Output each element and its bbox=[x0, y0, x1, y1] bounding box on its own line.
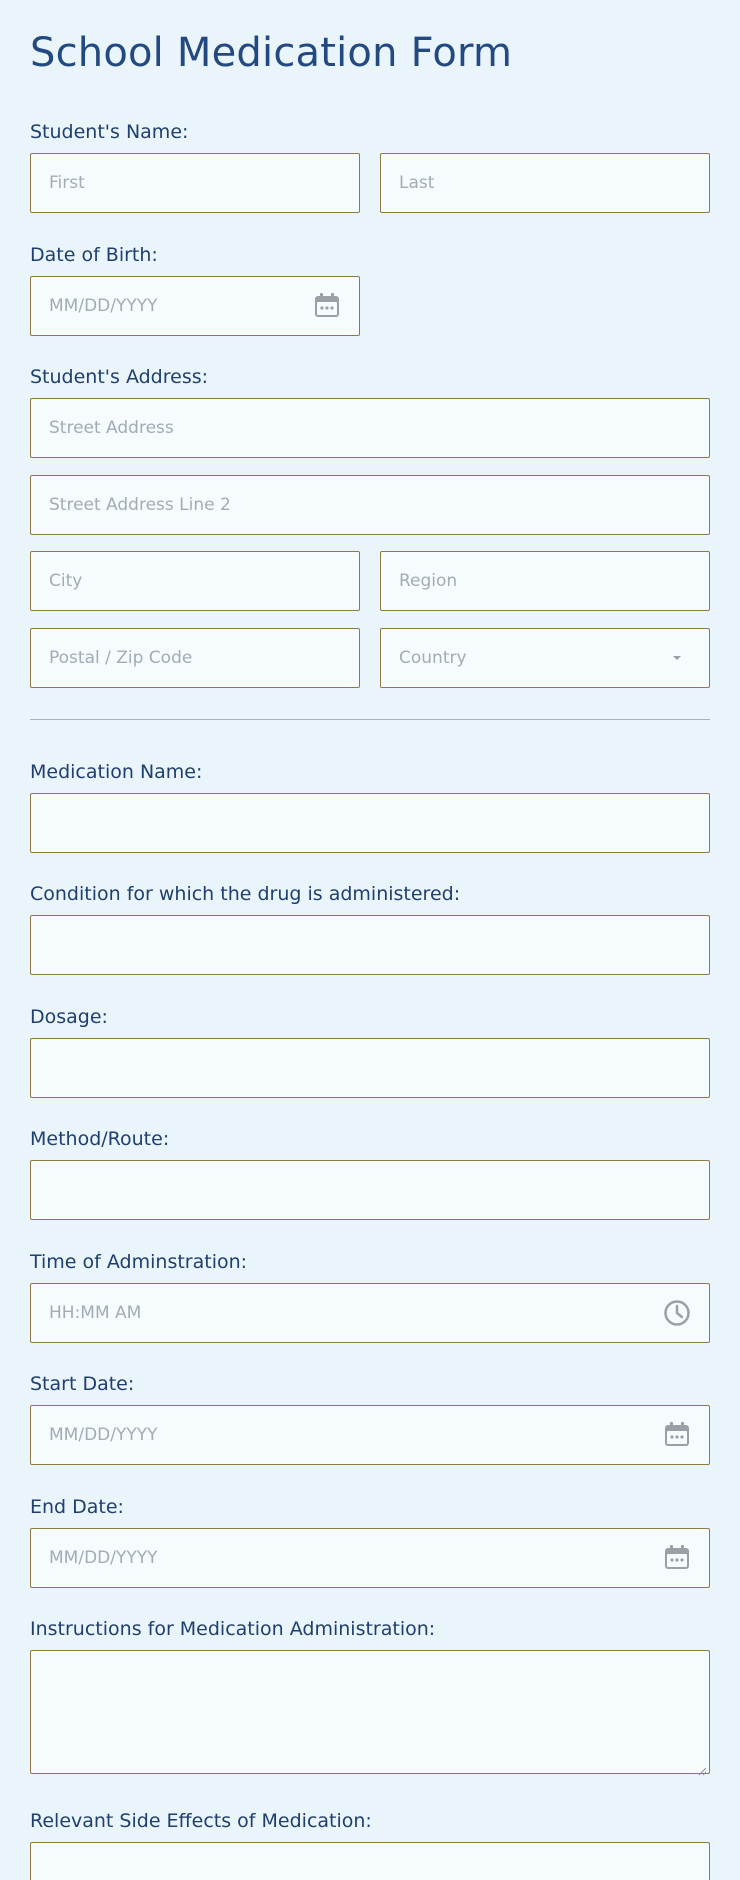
postal-code-field[interactable] bbox=[30, 628, 360, 688]
dosage-label: Dosage: bbox=[30, 1006, 108, 1028]
method-route-label: Method/Route: bbox=[30, 1128, 170, 1150]
condition-input[interactable] bbox=[49, 916, 691, 974]
region-field[interactable] bbox=[380, 551, 710, 611]
dosage-field[interactable] bbox=[30, 1038, 710, 1098]
dosage-input[interactable] bbox=[49, 1039, 691, 1097]
first-name-field[interactable] bbox=[30, 153, 360, 213]
street-address-line2-field[interactable] bbox=[30, 475, 710, 535]
last-name-input[interactable] bbox=[399, 154, 691, 212]
calendar-icon[interactable] bbox=[663, 1421, 691, 1449]
start-date-input[interactable] bbox=[49, 1406, 691, 1464]
country-select-value: Country bbox=[399, 648, 467, 668]
instructions-label: Instructions for Medication Administrati… bbox=[30, 1618, 436, 1640]
form-page: School Medication Form Student's Name: D… bbox=[0, 0, 740, 1880]
dob-label: Date of Birth: bbox=[30, 244, 158, 266]
end-date-label: End Date: bbox=[30, 1496, 124, 1518]
instructions-textarea-field[interactable] bbox=[30, 1650, 710, 1776]
dob-field[interactable] bbox=[30, 276, 360, 336]
medication-name-field[interactable] bbox=[30, 793, 710, 853]
condition-field[interactable] bbox=[30, 915, 710, 975]
city-field[interactable] bbox=[30, 551, 360, 611]
dob-input[interactable] bbox=[49, 277, 341, 335]
region-input[interactable] bbox=[399, 552, 691, 610]
time-field[interactable] bbox=[30, 1283, 710, 1343]
method-route-input[interactable] bbox=[49, 1161, 691, 1219]
start-date-label: Start Date: bbox=[30, 1373, 135, 1395]
resize-handle-icon[interactable] bbox=[697, 1761, 707, 1776]
city-input[interactable] bbox=[49, 552, 341, 610]
instructions-textarea[interactable] bbox=[49, 1661, 691, 1763]
side-effects-textarea-field[interactable] bbox=[30, 1842, 710, 1880]
end-date-input[interactable] bbox=[49, 1529, 691, 1587]
street-address-field[interactable] bbox=[30, 398, 710, 458]
method-route-field[interactable] bbox=[30, 1160, 710, 1220]
student-name-label: Student's Name: bbox=[30, 121, 189, 143]
side-effects-textarea[interactable] bbox=[49, 1853, 691, 1880]
street-address-line2-input[interactable] bbox=[49, 476, 691, 534]
clock-icon[interactable] bbox=[663, 1299, 691, 1327]
section-divider bbox=[30, 719, 710, 720]
caret-down-icon bbox=[663, 644, 691, 672]
first-name-input[interactable] bbox=[49, 154, 341, 212]
street-address-input[interactable] bbox=[49, 399, 691, 457]
country-select[interactable]: Country bbox=[380, 628, 710, 688]
last-name-field[interactable] bbox=[380, 153, 710, 213]
condition-label: Condition for which the drug is administ… bbox=[30, 883, 461, 905]
calendar-icon[interactable] bbox=[663, 1544, 691, 1572]
end-date-field[interactable] bbox=[30, 1528, 710, 1588]
side-effects-label: Relevant Side Effects of Medication: bbox=[30, 1810, 372, 1832]
time-input[interactable] bbox=[49, 1284, 691, 1342]
start-date-field[interactable] bbox=[30, 1405, 710, 1465]
calendar-icon[interactable] bbox=[313, 292, 341, 320]
address-label: Student's Address: bbox=[30, 366, 209, 388]
postal-code-input[interactable] bbox=[49, 629, 341, 687]
page-title: School Medication Form bbox=[30, 30, 513, 76]
medication-name-label: Medication Name: bbox=[30, 761, 203, 783]
medication-name-input[interactable] bbox=[49, 794, 691, 852]
time-label: Time of Adminstration: bbox=[30, 1251, 248, 1273]
